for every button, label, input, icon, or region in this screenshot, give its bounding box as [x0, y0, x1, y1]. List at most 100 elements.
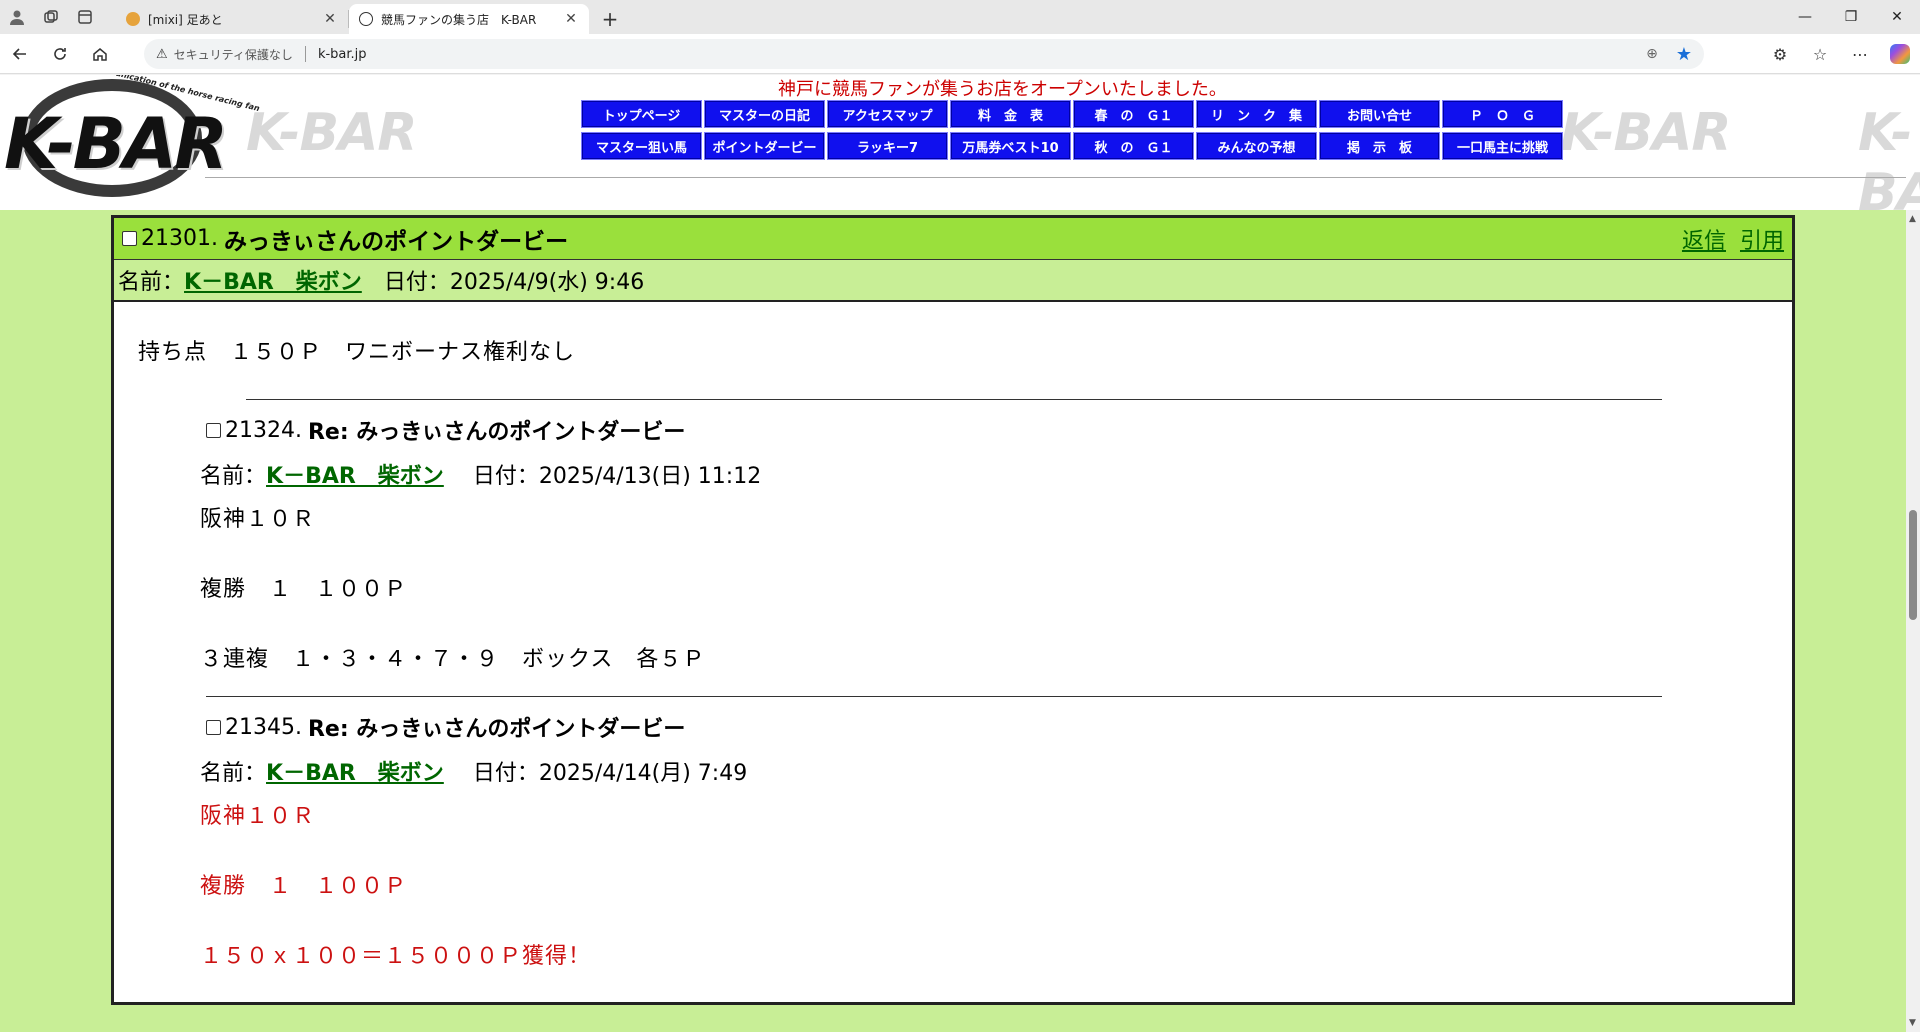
announcement: 神戸に競馬ファンが集うお店をオープンいたしました。	[778, 79, 1227, 100]
warning-icon[interactable]: ⚠	[156, 47, 168, 62]
post-header: 21301. みっきぃさんのポイントダービー 返信 引用	[114, 218, 1792, 260]
mixi-favicon-icon	[126, 12, 140, 26]
bbs-post: 21301. みっきぃさんのポイントダービー 返信 引用 名前： K－BAR 柴…	[111, 215, 1795, 1005]
post-divider	[246, 399, 1662, 400]
reply-divider	[206, 696, 1662, 697]
tab-title: 競馬ファンの集う店 K-BAR	[381, 12, 537, 27]
reload-icon	[54, 47, 66, 60]
nav-access-map[interactable]: アクセスマップ	[827, 100, 948, 128]
site-nav: トップページ マスターの日記 アクセスマップ 料 金 表 春 の Ｇ１ リ ン …	[581, 100, 1563, 160]
reload-button[interactable]	[40, 34, 80, 74]
nav-bbs[interactable]: 掲 示 板	[1319, 132, 1440, 160]
page-scrollbar[interactable]: ▲ ▼	[1906, 210, 1920, 1032]
address-divider	[304, 46, 306, 62]
nav-pog[interactable]: Ｐ Ｏ Ｇ	[1442, 100, 1563, 128]
nav-manbaken-best10[interactable]: 万馬券ベスト10	[950, 132, 1071, 160]
watermark-logo: K-BAR	[246, 103, 417, 163]
page-viewport: K-BAR K-BAR K-BAR K-BAR Communication of…	[0, 75, 1920, 1032]
tab-strip: [mixi] 足あと ✕ 競馬ファンの集う店 K-BAR ✕ + — ❐ ✕	[0, 0, 1920, 34]
nav-lucky7[interactable]: ラッキー7	[827, 132, 948, 160]
new-tab-button[interactable]: +	[595, 4, 625, 34]
address-bar[interactable]: ⚠ セキュリティ保護なし k-bar.jp ⊕ ★	[144, 39, 1704, 69]
nav-autumn-g1[interactable]: 秋 の Ｇ１	[1073, 132, 1194, 160]
tab-kbar[interactable]: 競馬ファンの集う店 K-BAR ✕	[349, 4, 589, 34]
date-label: 日付：	[383, 270, 450, 295]
vertical-tabs-icon[interactable]	[68, 0, 102, 34]
window-controls: — ❐ ✕	[1782, 0, 1920, 34]
reply-line-highlight: １５０ｘ１００＝１５０００Ｐ獲得！	[200, 944, 592, 969]
workspaces-icon[interactable]	[34, 0, 68, 34]
reply-line: ３連複 １・３・４・７・９ ボックス 各５Ｐ	[200, 647, 706, 672]
profile-icon[interactable]	[0, 0, 34, 34]
date-label: 日付：	[472, 761, 539, 786]
reply-line-highlight: 阪神１０Ｒ	[200, 804, 316, 829]
toolbar-right: ⚙ ☆ ⋯	[1760, 34, 1910, 74]
scroll-thumb[interactable]	[1909, 510, 1917, 620]
logo-text: K-BAR	[4, 103, 228, 185]
post-date: 2025/4/9(水) 9:46	[449, 270, 645, 295]
reply-number: 21324.	[225, 417, 302, 443]
header-divider	[205, 177, 1906, 178]
author-link[interactable]: K－BAR 柴ボン	[184, 264, 362, 296]
home-icon	[93, 47, 107, 61]
reply-line: 複勝 １ １００Ｐ	[200, 577, 408, 602]
restore-button[interactable]: ❐	[1828, 0, 1874, 34]
reply-header: 21345. Re: みっきぃさんのポイントダービー	[206, 711, 685, 743]
tab-mixi[interactable]: [mixi] 足あと ✕	[116, 4, 348, 34]
tab-close-icon[interactable]: ✕	[322, 11, 338, 27]
home-button[interactable]	[80, 34, 120, 74]
scroll-down-icon[interactable]: ▼	[1909, 1018, 1916, 1028]
watermark-logo: K-BAR	[1858, 103, 1920, 223]
nav-master-picks[interactable]: マスター狙い馬	[581, 132, 702, 160]
nav-point-derby[interactable]: ポイントダービー	[704, 132, 825, 160]
back-button[interactable]	[0, 34, 40, 74]
reply-meta: 名前：K－BAR 柴ボン 日付：2025/4/13(日) 11:12	[200, 458, 761, 490]
url-text[interactable]: k-bar.jp	[318, 47, 367, 62]
more-menu-icon[interactable]: ⋯	[1840, 34, 1880, 74]
reply-line: 阪神１０Ｒ	[200, 507, 316, 532]
favorites-icon[interactable]: ☆	[1800, 34, 1840, 74]
nav-contact[interactable]: お問い合せ	[1319, 100, 1440, 128]
window-close-button[interactable]: ✕	[1874, 0, 1920, 34]
reply-title: Re: みっきぃさんのポイントダービー	[307, 717, 686, 742]
name-label: 名前：	[118, 270, 185, 295]
post-meta: 名前： K－BAR 柴ボン 日付： 2025/4/9(水) 9:46	[114, 260, 1792, 302]
nav-price-list[interactable]: 料 金 表	[950, 100, 1071, 128]
reply-line-highlight: 複勝 １ １００Ｐ	[200, 874, 408, 899]
tab-title: [mixi] 足あと	[148, 12, 223, 27]
nav-links[interactable]: リ ン ク 集	[1196, 100, 1317, 128]
reply-header: 21324. Re: みっきぃさんのポイントダービー	[206, 414, 685, 446]
nav-top[interactable]: トップページ	[581, 100, 702, 128]
reply-meta: 名前：K－BAR 柴ボン 日付：2025/4/14(月) 7:49	[200, 755, 747, 787]
name-label: 名前：	[200, 464, 267, 489]
post-number: 21301.	[141, 226, 218, 251]
extensions-icon[interactable]: ⚙	[1760, 34, 1800, 74]
reply-select-checkbox[interactable]	[206, 719, 221, 735]
security-label[interactable]: セキュリティ保護なし	[174, 46, 293, 63]
globe-icon	[359, 12, 373, 26]
scroll-up-icon[interactable]: ▲	[1909, 214, 1916, 224]
reply-date: 2025/4/13(日) 11:12	[538, 464, 762, 489]
author-link[interactable]: K－BAR 柴ボン	[266, 464, 444, 489]
copilot-icon[interactable]	[1890, 44, 1910, 64]
nav-spring-g1[interactable]: 春 の Ｇ１	[1073, 100, 1194, 128]
tab-close-icon[interactable]: ✕	[563, 11, 579, 27]
favorite-star-icon[interactable]: ★	[1676, 44, 1692, 65]
watermark-logo: K-BAR	[1560, 103, 1731, 163]
zoom-icon[interactable]: ⊕	[1646, 46, 1658, 62]
nav-hitokuchi-owner[interactable]: 一口馬主に挑戦	[1442, 132, 1563, 160]
reply-link[interactable]: 返信	[1682, 223, 1726, 255]
name-label: 名前：	[200, 761, 267, 786]
nav-master-diary[interactable]: マスターの日記	[704, 100, 825, 128]
author-link[interactable]: K－BAR 柴ボン	[266, 761, 444, 786]
minimize-button[interactable]: —	[1782, 0, 1828, 34]
reply-select-checkbox[interactable]	[206, 422, 221, 438]
reply-date: 2025/4/14(月) 7:49	[538, 761, 748, 786]
post-select-checkbox[interactable]	[122, 231, 137, 246]
date-label: 日付：	[472, 464, 539, 489]
post-actions: 返信 引用	[1682, 223, 1784, 255]
quote-link[interactable]: 引用	[1740, 223, 1784, 255]
reply-title: Re: みっきぃさんのポイントダービー	[307, 420, 686, 445]
site-header: K-BAR K-BAR K-BAR K-BAR Communication of…	[0, 75, 1920, 223]
nav-everyone-predictions[interactable]: みんなの予想	[1196, 132, 1317, 160]
